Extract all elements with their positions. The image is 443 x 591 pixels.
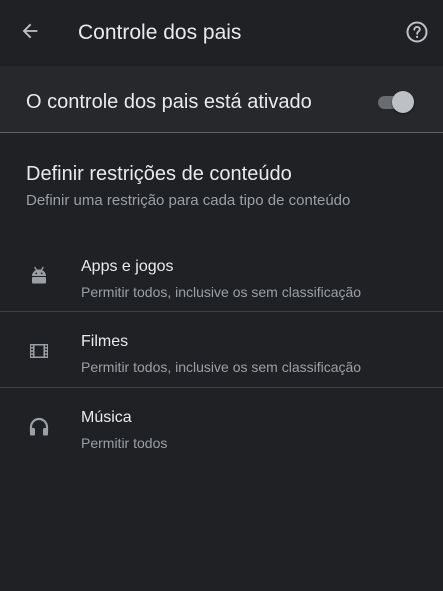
- arrow-back-icon: [22, 23, 38, 39]
- app-bar: Controle dos pais: [0, 0, 443, 66]
- film-icon: [30, 344, 48, 358]
- divider: [0, 132, 443, 133]
- list-item-title: Apps e jogos: [81, 258, 174, 275]
- parental-control-switch[interactable]: [378, 91, 414, 113]
- parental-controls-screen: Controle dos pais O controle dos pais es…: [0, 0, 443, 591]
- headphones-icon: [29, 417, 49, 436]
- list-item-title: Música: [81, 409, 132, 426]
- android-icon: [32, 266, 46, 284]
- list-item-title: Filmes: [81, 333, 129, 350]
- list-item-movies[interactable]: Filmes Permitir todos, inclusive os sem …: [0, 312, 443, 387]
- list-item-subtitle: Permitir todos: [81, 435, 168, 451]
- list-item-music[interactable]: Música Permitir todos: [0, 388, 443, 463]
- parental-control-toggle-row[interactable]: O controle dos pais está ativado: [0, 66, 443, 132]
- section-title: Definir restrições de conteúdo: [26, 163, 292, 185]
- parental-control-status-label: O controle dos pais está ativado: [26, 91, 312, 113]
- switch-thumb: [392, 91, 414, 113]
- list-item-subtitle: Permitir todos, inclusive os sem classif…: [81, 284, 362, 300]
- page-title: Controle dos pais: [78, 21, 242, 44]
- list-item-subtitle: Permitir todos, inclusive os sem classif…: [81, 359, 362, 375]
- back-button[interactable]: [12, 13, 48, 49]
- help-circle-icon: [406, 21, 428, 43]
- list-item-apps-games[interactable]: Apps e jogos Permitir todos, inclusive o…: [0, 237, 443, 312]
- help-button[interactable]: [399, 14, 435, 50]
- section-subtitle: Definir uma restrição para cada tipo de …: [26, 192, 351, 209]
